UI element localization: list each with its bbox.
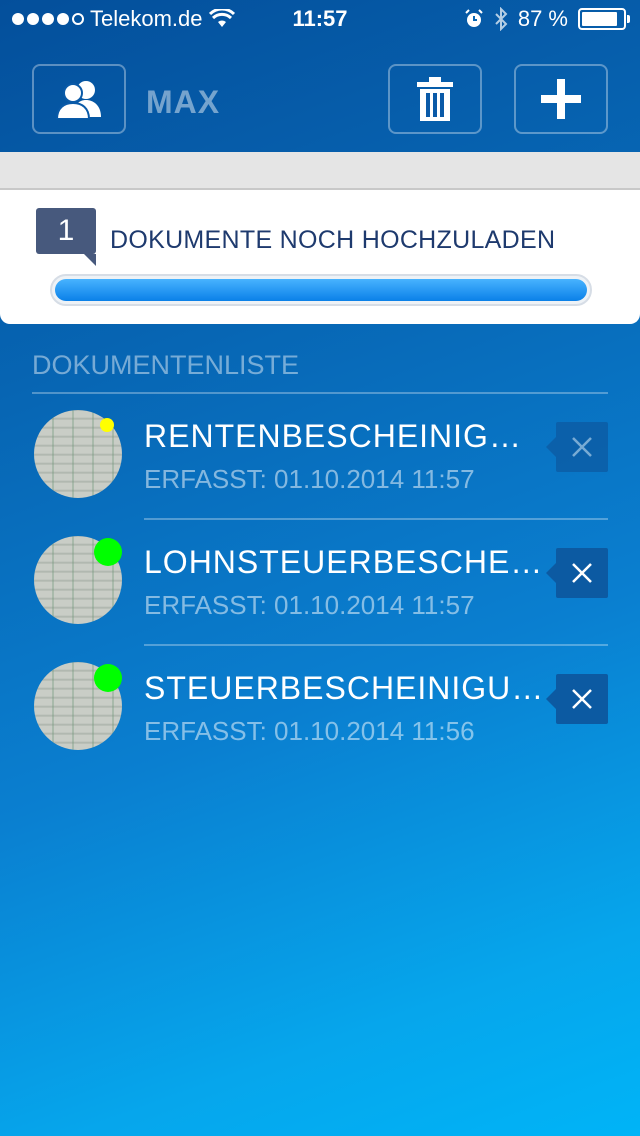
- battery-fill: [582, 12, 617, 26]
- delete-document-button[interactable]: [546, 548, 608, 598]
- close-icon: [572, 563, 592, 583]
- battery-icon: [578, 8, 630, 30]
- profile-button[interactable]: [32, 64, 126, 134]
- status-indicator-icon: [94, 538, 122, 566]
- upload-status-text: DOKUMENTE NOCH HOCHZULADEN: [110, 226, 556, 254]
- status-right: 87 %: [464, 6, 630, 32]
- close-icon: [572, 689, 592, 709]
- users-icon: [55, 81, 101, 119]
- add-document-button[interactable]: [514, 64, 608, 134]
- list-item[interactable]: STEUERBESCHEINIGU… ERFASST: 01.10.2014 1…: [0, 646, 640, 772]
- status-indicator-icon: [100, 418, 114, 432]
- upload-progress-fill: [55, 279, 587, 301]
- delete-document-button[interactable]: [546, 422, 608, 472]
- status-indicator-icon: [94, 664, 122, 692]
- bluetooth-icon: [495, 7, 508, 31]
- delete-all-button[interactable]: [388, 64, 482, 134]
- close-icon: [572, 437, 592, 457]
- plus-icon: [541, 79, 581, 119]
- panel-top-strip: [0, 152, 640, 190]
- document-date: ERFASST: 01.10.2014 11:57: [144, 464, 475, 494]
- document-date: ERFASST: 01.10.2014 11:56: [144, 716, 475, 746]
- battery-percent: 87 %: [517, 6, 568, 31]
- document-title: RENTENBESCHEINIG…: [144, 418, 522, 454]
- upload-progress-bar: [50, 274, 592, 306]
- pending-count: 1: [57, 214, 75, 247]
- alarm-icon: [465, 9, 483, 27]
- document-title: LOHNSTEUERBESCHE…: [144, 544, 544, 580]
- document-title: STEUERBESCHEINIGU…: [144, 670, 545, 706]
- delete-document-button[interactable]: [546, 674, 608, 724]
- list-section-title: DOKUMENTENLISTE: [32, 350, 300, 380]
- trash-icon: [417, 77, 453, 121]
- document-date: ERFASST: 01.10.2014 11:57: [144, 590, 475, 620]
- upload-panel: 1 DOKUMENTE NOCH HOCHZULADEN: [0, 190, 640, 324]
- list-item[interactable]: LOHNSTEUERBESCHE… ERFASST: 01.10.2014 11…: [0, 520, 640, 646]
- user-name: MAX: [146, 84, 221, 120]
- header: MAX: [0, 40, 640, 152]
- list-item[interactable]: RENTENBESCHEINIG… ERFASST: 01.10.2014 11…: [0, 394, 640, 520]
- pending-count-badge: 1: [36, 208, 96, 266]
- status-bar: Telekom.de 11:57 87 %: [0, 0, 640, 40]
